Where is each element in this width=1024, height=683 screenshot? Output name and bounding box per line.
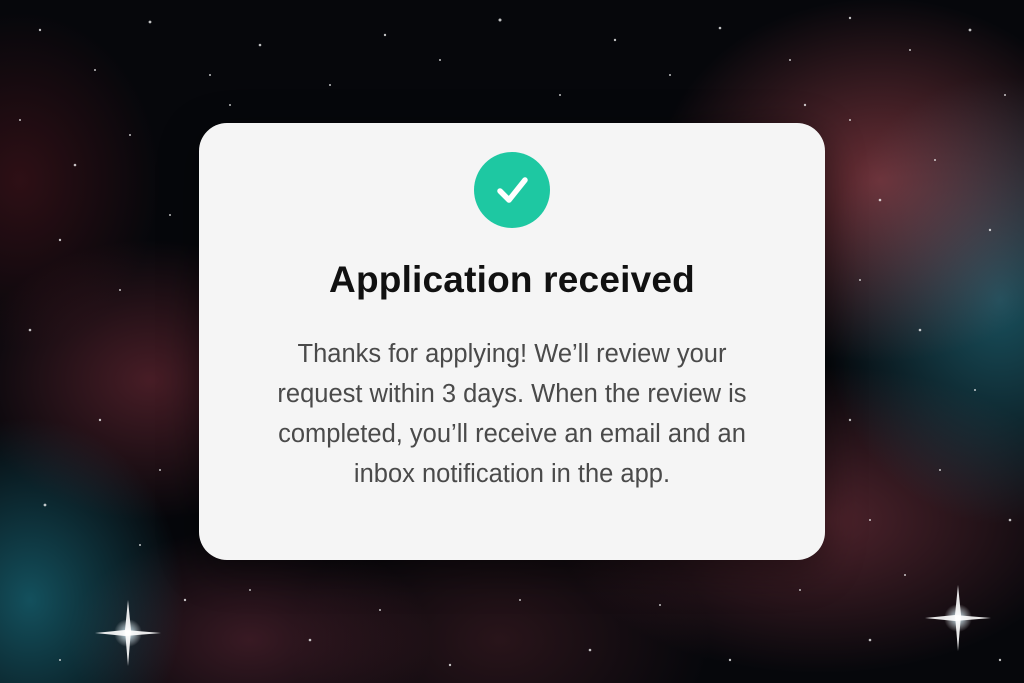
space-background: Application received Thanks for applying…: [0, 0, 1024, 683]
dialog-message-line: inbox notification in the app.: [353, 460, 671, 488]
dialog-message: Thanks for applying! We’ll review your r…: [229, 334, 795, 494]
dialog-message-line: Thanks for applying! We’ll review your: [297, 340, 727, 368]
sparkle-right: [925, 585, 991, 651]
check-circle-icon: [474, 152, 550, 228]
dialog-message-line: completed, you’ll receive an email and a…: [278, 420, 746, 448]
dialog-message-line: request within 3 days. When the review i…: [277, 380, 747, 408]
sparkle-left: [95, 600, 161, 666]
dialog-title: Application received: [329, 259, 695, 300]
application-received-dialog: Application received Thanks for applying…: [199, 123, 825, 560]
